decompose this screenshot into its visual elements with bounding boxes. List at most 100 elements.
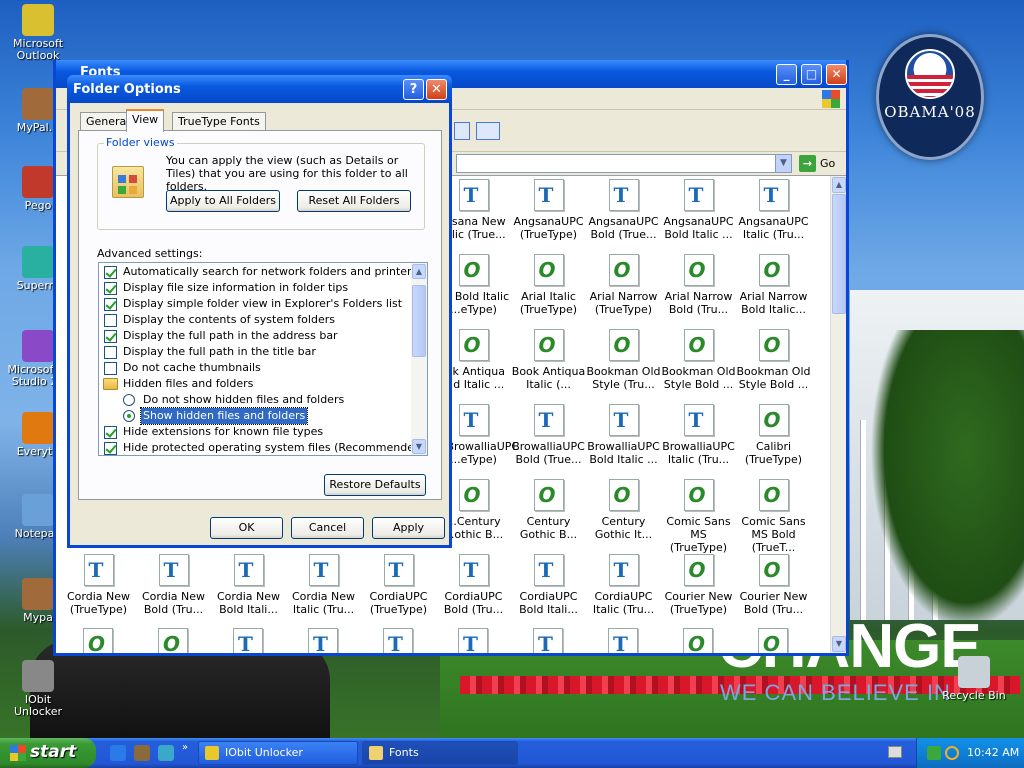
setting-row[interactable]: Automatically search for network folders… [99,264,417,280]
setting-row[interactable]: Display file size information in folder … [99,280,409,296]
checkbox[interactable] [104,346,117,359]
font-item[interactable]: O Arial Italic (TrueType) [511,254,586,316]
font-item[interactable]: T AngsanaUPC (TrueType) [511,179,586,241]
fonts-scrollbar[interactable]: ▲ ▼ [830,176,846,653]
setting-row[interactable]: Do not cache thumbnails [99,360,409,376]
checkbox[interactable] [104,330,117,343]
scroll-down-icon[interactable]: ▼ [832,636,846,652]
view-large-icons-icon[interactable] [454,122,470,140]
setting-row[interactable]: Display the contents of system folders [99,312,409,328]
keyboard-icon[interactable] [888,746,902,758]
scroll-up-icon[interactable]: ▲ [412,264,426,279]
font-item[interactable]: T CordiaUPC Italic (Tru... [586,554,661,616]
font-file-icon[interactable]: O [83,628,113,653]
font-item[interactable]: T Cordia New Bold (Tru... [136,554,211,616]
font-file-icon[interactable]: O [758,628,788,653]
scroll-thumb[interactable] [832,194,846,314]
internet-explorer-icon[interactable] [110,745,126,761]
font-item[interactable]: O Courier New Bold (Tru... [736,554,811,616]
font-file-icon[interactable]: O [158,628,188,653]
font-file-icon[interactable]: T [308,628,338,653]
checkbox[interactable] [104,362,117,375]
tray-app-icon[interactable] [927,746,941,760]
restore-defaults-button[interactable]: Restore Defaults [324,474,426,496]
start-button[interactable]: start [0,738,96,768]
desktop-icon[interactable]: Recycle Bin [936,656,1012,702]
desktop-icon[interactable]: IObit Unlocker [0,660,76,718]
chevron-down-icon[interactable]: ▼ [775,155,791,172]
desktop-icon[interactable]: Microsoft Outlook [0,4,76,62]
quicklaunch-app-icon[interactable] [158,745,174,761]
task-fonts[interactable]: Fonts [362,741,518,765]
font-item[interactable]: T Cordia New Italic (Tru... [286,554,361,616]
setting-row[interactable]: Hide extensions for known file types [99,424,409,440]
font-item[interactable]: O Century Gothic It... [586,479,661,541]
checkbox[interactable] [104,298,117,311]
checkbox[interactable] [104,426,117,439]
font-item[interactable]: O Calibri (TrueType) [736,404,811,466]
go-button[interactable]: → Go [797,154,839,173]
font-item[interactable]: O Book Antiqua Italic (... [511,329,586,391]
font-item[interactable]: T Cordia New Bold Itali... [211,554,286,616]
font-item[interactable]: T CordiaUPC Bold (Tru... [436,554,511,616]
font-item[interactable]: O Comic Sans MS (TrueType) [661,479,736,554]
checkbox[interactable] [104,266,117,279]
font-item[interactable]: T AngsanaUPC Bold (True... [586,179,661,241]
tab-view[interactable]: View [126,109,165,132]
radio-button[interactable] [123,394,135,406]
tray-search-icon[interactable] [945,746,959,760]
close-icon[interactable]: ✕ [426,79,447,100]
scroll-thumb[interactable] [412,285,426,357]
task-iobit-unlocker[interactable]: IObit Unlocker [198,741,358,765]
font-file-icon[interactable]: T [233,628,263,653]
dialog-titlebar[interactable]: Folder Options ? ✕ [67,75,452,103]
font-item[interactable]: T BrowalliaUPC Italic (Tru... [661,404,736,466]
maximize-icon[interactable]: □ [801,64,822,85]
font-file-icon[interactable]: O [683,628,713,653]
font-item[interactable]: O Arial Narrow (TrueType) [586,254,661,316]
checkbox[interactable] [104,442,117,455]
font-file-icon[interactable]: T [458,628,488,653]
minimize-icon[interactable]: _ [776,64,797,85]
scroll-up-icon[interactable]: ▲ [832,177,846,193]
scroll-down-icon[interactable]: ▼ [412,439,426,454]
font-item[interactable]: T CordiaUPC Bold Itali... [511,554,586,616]
tab-truetype-fonts[interactable]: TrueType Fonts [172,112,266,131]
folder-options-dialog[interactable]: Folder Options ? ✕ General View TrueType… [67,75,452,548]
setting-row[interactable]: Display the full path in the title bar [99,344,409,360]
font-item[interactable]: T BrowalliaUPC Bold Italic ... [586,404,661,466]
font-item[interactable]: T AngsanaUPC Bold Italic ... [661,179,736,241]
font-item[interactable]: O Bookman Old Style (Tru... [586,329,661,391]
checkbox[interactable] [104,282,117,295]
apply-button[interactable]: Apply [372,517,445,539]
font-item[interactable]: T CordiaUPC (TrueType) [361,554,436,616]
checkbox[interactable] [104,314,117,327]
font-item[interactable]: T Cordia New (TrueType) [61,554,136,616]
help-icon[interactable]: ? [403,79,424,100]
font-file-icon[interactable]: T [608,628,638,653]
address-input[interactable]: ▼ [456,154,792,173]
setting-row[interactable]: Do not show hidden files and folders [99,392,409,408]
setting-row[interactable]: Display simple folder view in Explorer's… [99,296,409,312]
font-item[interactable]: O Century Gothic B... [511,479,586,541]
font-item[interactable]: T BrowalliaUPC Bold (True... [511,404,586,466]
view-details-icon[interactable] [476,122,500,140]
close-icon[interactable]: ✕ [826,64,847,85]
cancel-button[interactable]: Cancel [291,517,364,539]
font-item[interactable]: O Bookman Old Style Bold ... [736,329,811,391]
radio-button[interactable] [123,410,135,422]
quicklaunch-expand-icon[interactable]: » [182,742,188,753]
settings-scrollbar[interactable]: ▲ ▼ [411,263,427,455]
font-item[interactable]: O Arial Narrow Bold (Tru... [661,254,736,316]
reset-all-folders-button[interactable]: Reset All Folders [297,190,411,212]
font-item[interactable]: O Comic Sans MS Bold (TrueT... [736,479,811,554]
font-item[interactable]: O Bookman Old Style Bold ... [661,329,736,391]
quicklaunch-app-icon[interactable] [134,745,150,761]
setting-row[interactable]: Display the full path in the address bar [99,328,409,344]
setting-row[interactable]: Hidden files and folders [99,376,409,392]
font-item[interactable]: T AngsanaUPC Italic (Tru... [736,179,811,241]
setting-row[interactable]: Show hidden files and folders [99,407,409,425]
apply-to-all-folders-button[interactable]: Apply to All Folders [166,190,280,212]
font-file-icon[interactable]: T [533,628,563,653]
font-item[interactable]: O Arial Narrow Bold Italic... [736,254,811,316]
